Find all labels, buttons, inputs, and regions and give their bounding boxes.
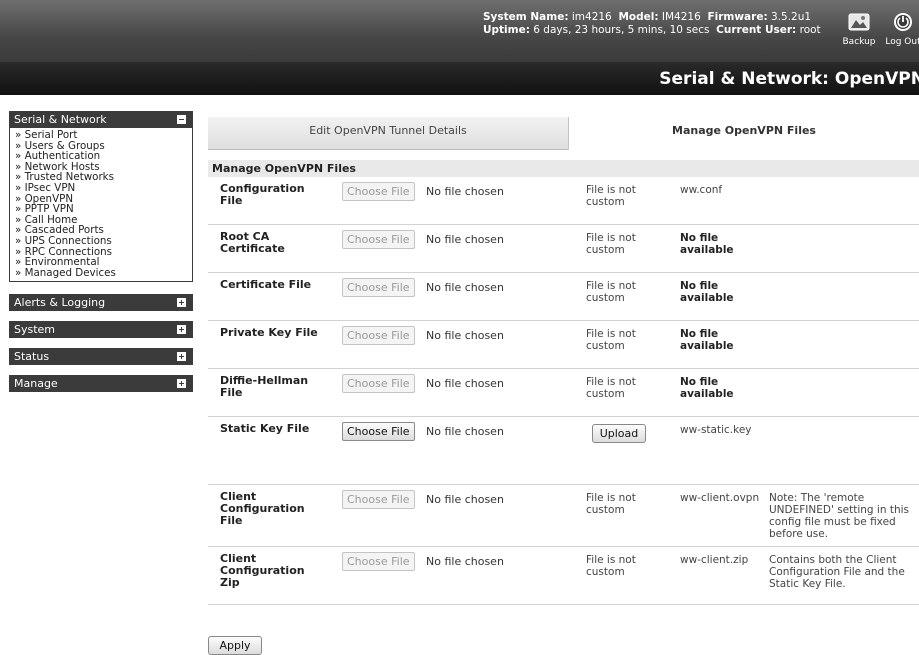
- file-status: File is not custom: [586, 280, 636, 304]
- file-label: Configuration File: [220, 182, 305, 207]
- sidebar-section-label: Alerts & Logging: [14, 296, 106, 310]
- model-value: IM4216: [661, 11, 701, 23]
- expand-icon[interactable]: [177, 352, 186, 362]
- file-name: No file available: [680, 232, 734, 256]
- no-file-chosen-text: No file chosen: [426, 555, 504, 568]
- file-row-configuration: Configuration File Choose File No file c…: [208, 177, 919, 225]
- file-label: Private Key File: [220, 326, 318, 339]
- tab-edit-openvpn-tunnel-details[interactable]: Edit OpenVPN Tunnel Details: [208, 117, 568, 150]
- file-label: Certificate File: [220, 278, 312, 291]
- title-bar: Serial & Network: OpenVPN: [0, 62, 919, 95]
- file-name: No file available: [680, 376, 734, 400]
- no-file-chosen-text: No file chosen: [426, 425, 504, 438]
- apply-button[interactable]: Apply: [208, 636, 262, 655]
- collapse-icon[interactable]: [177, 115, 186, 124]
- sidebar-section-label: System: [14, 323, 56, 337]
- expand-icon[interactable]: [177, 379, 186, 389]
- sidebar-section-label: Serial & Network: [14, 113, 107, 126]
- file-name: ww-static.key: [680, 424, 752, 436]
- sidebar-item-serial-port[interactable]: » Serial Port: [15, 130, 192, 141]
- system-name-label: System Name:: [483, 11, 569, 23]
- file-row-client-configuration-zip: Client Configuration Zip Choose File No …: [208, 547, 919, 605]
- no-file-chosen-text: No file chosen: [426, 281, 504, 294]
- choose-file-button[interactable]: Choose File: [342, 182, 415, 201]
- file-label: Client Configuration Zip: [220, 552, 305, 589]
- backup-icon: [848, 13, 870, 31]
- model-label: Model:: [618, 11, 659, 23]
- sidebar-section-label: Status: [14, 350, 50, 364]
- file-label: Root CA Certificate: [220, 230, 285, 255]
- power-icon: [894, 13, 912, 31]
- backup-label: Backup: [842, 37, 876, 47]
- choose-file-button[interactable]: Choose File: [342, 422, 415, 441]
- sidebar-submenu: » Serial Port » Users & Groups » Authent…: [9, 128, 193, 283]
- firmware-value: 3.5.2u1: [771, 11, 812, 23]
- choose-file-button[interactable]: Choose File: [342, 374, 415, 393]
- file-status: File is not custom: [586, 554, 636, 578]
- page-title: Serial & Network: OpenVPN: [659, 69, 919, 89]
- file-name: No file available: [680, 280, 734, 304]
- no-file-chosen-text: No file chosen: [426, 329, 504, 342]
- file-row-certificate: Certificate File Choose File No file cho…: [208, 273, 919, 321]
- logout-label: Log Out: [885, 37, 919, 47]
- file-name: ww.conf: [680, 184, 723, 196]
- sidebar-section-status[interactable]: Status: [9, 348, 193, 366]
- section-title: Manage OpenVPN Files: [208, 160, 919, 177]
- system-info: System Name: im4216 Model: IM4216 Firmwa…: [483, 11, 821, 37]
- choose-file-button[interactable]: Choose File: [342, 490, 415, 509]
- file-status: File is not custom: [586, 328, 636, 352]
- manage-files-panel: Manage OpenVPN Files Configuration File …: [208, 160, 919, 605]
- sidebar-section-manage[interactable]: Manage: [9, 375, 193, 393]
- choose-file-button[interactable]: Choose File: [342, 552, 415, 571]
- file-status: File is not custom: [586, 232, 636, 256]
- firmware-label: Firmware:: [707, 11, 768, 23]
- file-name: ww-client.zip: [680, 554, 749, 566]
- sidebar-section-label: Manage: [14, 377, 58, 391]
- file-status: File is not custom: [586, 184, 636, 208]
- sidebar-section-serial-network[interactable]: Serial & Network: [9, 111, 193, 128]
- system-name-value: im4216: [571, 11, 612, 23]
- file-status: File is not custom: [586, 376, 636, 400]
- file-row-static-key: Static Key File Choose File No file chos…: [208, 417, 919, 485]
- choose-file-button[interactable]: Choose File: [342, 278, 415, 297]
- file-row-private-key: Private Key File Choose File No file cho…: [208, 321, 919, 369]
- file-row-diffie-hellman: Diffie-Hellman File Choose File No file …: [208, 369, 919, 417]
- uptime-value: 6 days, 23 hours, 5 mins, 10 secs: [533, 24, 710, 36]
- file-name: ww-client.ovpn: [680, 492, 760, 504]
- file-row-client-configuration: Client Configuration File Choose File No…: [208, 485, 919, 547]
- sidebar-item-ups-connections[interactable]: » UPS Connections: [15, 236, 192, 247]
- choose-file-button[interactable]: Choose File: [342, 230, 415, 249]
- choose-file-button[interactable]: Choose File: [342, 326, 415, 345]
- file-label: Diffie-Hellman File: [220, 374, 309, 399]
- logout-button[interactable]: Log Out: [883, 12, 919, 47]
- file-name: No file available: [680, 328, 734, 352]
- file-note: Contains both the Client Configuration F…: [769, 554, 905, 590]
- file-row-root-ca-certificate: Root CA Certificate Choose File No file …: [208, 225, 919, 273]
- sidebar-item-ipsec-vpn[interactable]: » IPsec VPN: [15, 183, 192, 194]
- sidebar-section-alerts-logging[interactable]: Alerts & Logging: [9, 294, 193, 312]
- sidebar-item-managed-devices[interactable]: » Managed Devices: [15, 268, 192, 279]
- no-file-chosen-text: No file chosen: [426, 185, 504, 198]
- no-file-chosen-text: No file chosen: [426, 377, 504, 390]
- sidebar-section-system[interactable]: System: [9, 321, 193, 339]
- backup-button[interactable]: Backup: [840, 12, 878, 47]
- no-file-chosen-text: No file chosen: [426, 493, 504, 506]
- current-user-value: root: [799, 24, 821, 36]
- top-header: System Name: im4216 Model: IM4216 Firmwa…: [0, 0, 919, 62]
- no-file-chosen-text: No file chosen: [426, 233, 504, 246]
- file-status: File is not custom: [586, 492, 636, 516]
- sidebar: Serial & Network » Serial Port » Users &…: [9, 111, 193, 393]
- tab-bar: Edit OpenVPN Tunnel Details Manage OpenV…: [208, 117, 919, 150]
- uptime-label: Uptime:: [483, 24, 530, 36]
- tab-manage-openvpn-files[interactable]: Manage OpenVPN Files: [568, 117, 919, 150]
- expand-icon[interactable]: [177, 298, 186, 308]
- upload-button[interactable]: Upload: [592, 424, 646, 443]
- current-user-label: Current User:: [716, 24, 797, 36]
- expand-icon[interactable]: [177, 325, 186, 335]
- file-note: Note: The 'remote UNDEFINED' setting in …: [769, 492, 910, 540]
- file-label: Client Configuration File: [220, 490, 305, 527]
- file-label: Static Key File: [220, 422, 310, 435]
